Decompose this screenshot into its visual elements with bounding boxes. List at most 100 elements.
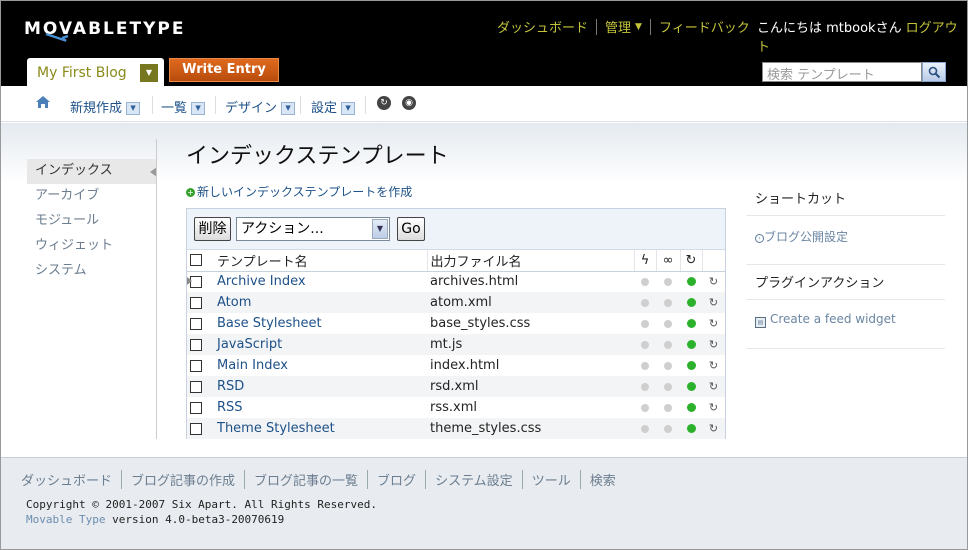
shortcut-body: › ブログ公開設定 xyxy=(746,216,945,264)
footer-link-dashboard[interactable]: ダッシュボード xyxy=(21,470,121,489)
table-row[interactable]: RSS rss.xml ↻ xyxy=(187,397,725,418)
table-row[interactable]: Base Stylesheet base_styles.css ↻ xyxy=(187,313,725,334)
template-name[interactable]: RSS xyxy=(214,397,427,418)
output-file: atom.xml xyxy=(427,292,634,313)
row-checkbox[interactable] xyxy=(190,422,202,435)
rebuild-icon[interactable]: ↻ xyxy=(709,422,718,435)
blog-selector[interactable]: My First Blog ▼ xyxy=(27,58,164,86)
write-entry-button[interactable]: Write Entry xyxy=(169,58,279,82)
select-all-checkbox[interactable] xyxy=(190,254,202,267)
template-name[interactable]: RSD xyxy=(214,376,427,397)
template-name[interactable]: JavaScript xyxy=(214,334,427,355)
home-icon[interactable] xyxy=(35,95,51,109)
footer-link-blog[interactable]: ブログ xyxy=(367,470,425,489)
rebuild-icon[interactable]: ↻ xyxy=(709,296,718,309)
template-name[interactable]: Archive Index xyxy=(214,271,427,292)
row-checkbox[interactable] xyxy=(190,380,202,393)
nav-manage[interactable]: 管理 xyxy=(605,17,631,36)
nav-dashboard[interactable]: ダッシュボード xyxy=(497,17,588,36)
sidebar-item-index[interactable]: インデックス xyxy=(27,159,157,184)
row-checkbox[interactable] xyxy=(190,338,202,351)
menu-list-label: 一覧 xyxy=(161,101,188,116)
row-checkbox-cell xyxy=(187,418,214,439)
sidebar-item-widget[interactable]: ウィジェット xyxy=(27,234,157,259)
action-select[interactable]: アクション... ▼ xyxy=(236,217,390,241)
menu-list[interactable]: 一覧 ▼ xyxy=(161,97,206,116)
view-site-icon[interactable]: ◉ xyxy=(402,96,416,110)
column-header-file[interactable]: 出力ファイル名 xyxy=(426,250,634,272)
create-feed-widget-link[interactable]: Create a feed widget xyxy=(770,312,896,326)
create-template-link[interactable]: + 新しいインデックステンプレートを作成 xyxy=(186,183,412,200)
link-icon: ∞ xyxy=(655,250,680,272)
row-checkbox-cell xyxy=(187,313,214,334)
chevron-down-icon[interactable]: ▼ xyxy=(341,102,356,115)
go-button[interactable]: Go xyxy=(397,217,425,241)
footer-link-new-entry[interactable]: ブログ記事の作成 xyxy=(121,470,244,489)
chevron-down-icon[interactable]: ▼ xyxy=(635,22,642,32)
sidebar-item-module[interactable]: モジュール xyxy=(27,209,157,234)
table-row[interactable]: Main Index index.html ↻ xyxy=(187,355,725,376)
sidebar-item-system[interactable]: システム xyxy=(27,259,157,284)
row-checkbox[interactable] xyxy=(190,296,202,309)
status-cell xyxy=(656,271,680,292)
rebuild-icon[interactable]: ↻ xyxy=(709,380,718,393)
linked-status-icon xyxy=(664,403,672,412)
menu-design[interactable]: デザイン ▼ xyxy=(225,97,296,116)
column-header-name[interactable]: テンプレート名 xyxy=(214,250,427,272)
table-header: テンプレート名 出力ファイル名 ϟ ∞ ↻ xyxy=(187,250,725,272)
search-input[interactable]: 検索 テンプレート xyxy=(762,62,922,83)
chevron-down-icon[interactable]: ▼ xyxy=(140,64,158,82)
rebuild-icon[interactable]: ↻ xyxy=(709,401,718,414)
action-bar: 削除 アクション... ▼ Go xyxy=(187,209,725,250)
row-checkbox[interactable] xyxy=(190,401,202,414)
plugin-actions-title: プラグインアクション xyxy=(746,267,945,300)
table-row[interactable]: Theme Stylesheet theme_styles.css ↻ xyxy=(187,418,725,439)
nav-separator xyxy=(649,18,651,35)
output-file: rsd.xml xyxy=(427,376,634,397)
rebuild-icon[interactable]: ↻ xyxy=(709,338,718,351)
search-button[interactable] xyxy=(922,62,946,82)
footer-link-tools[interactable]: ツール xyxy=(521,470,580,489)
rebuild-icon[interactable]: ↻ xyxy=(709,359,718,372)
blog-name[interactable]: My First Blog xyxy=(37,65,127,81)
table-row[interactable]: Atom atom.xml ↻ xyxy=(187,292,725,313)
chevron-down-icon[interactable]: ▼ xyxy=(281,102,296,115)
chevron-down-icon[interactable]: ▼ xyxy=(126,102,141,115)
arrow-right-icon: › xyxy=(755,234,764,243)
chevron-down-icon[interactable]: ▼ xyxy=(191,102,206,115)
template-name[interactable]: Main Index xyxy=(214,355,427,376)
template-name[interactable]: Base Stylesheet xyxy=(214,313,427,334)
footer-link-system-settings[interactable]: システム設定 xyxy=(425,470,522,489)
nav-feedback[interactable]: フィードバック xyxy=(659,17,750,36)
template-name[interactable]: Theme Stylesheet xyxy=(214,418,427,439)
status-cell xyxy=(634,334,656,355)
rebuild-icon[interactable]: ↻ xyxy=(709,275,718,288)
delete-button[interactable]: 削除 xyxy=(194,217,231,241)
movabletype-logo[interactable]: MOVABLETYPE xyxy=(24,19,185,42)
status-cell xyxy=(680,292,702,313)
blog-publish-settings-link[interactable]: ブログ公開設定 xyxy=(764,230,848,244)
footer-link-search[interactable]: 検索 xyxy=(579,470,625,489)
status-cell xyxy=(656,355,680,376)
table-row[interactable]: RSD rsd.xml ↻ xyxy=(187,376,725,397)
refresh-icon[interactable]: ↻ xyxy=(377,96,391,110)
menu-create[interactable]: 新規作成 ▼ xyxy=(70,97,141,116)
table-row[interactable]: JavaScript mt.js ↻ xyxy=(187,334,725,355)
menu-settings[interactable]: 設定 ▼ xyxy=(311,97,356,116)
row-checkbox[interactable] xyxy=(190,359,202,372)
status-cell xyxy=(634,313,656,334)
status-cell xyxy=(634,376,656,397)
template-name[interactable]: Atom xyxy=(214,292,427,313)
copyright: Copyright © 2001-2007 Six Apart. All Rig… xyxy=(26,498,377,511)
row-pointer-icon xyxy=(187,277,192,285)
chevron-down-icon[interactable]: ▼ xyxy=(372,219,388,239)
footer-link-entries[interactable]: ブログ記事の一覧 xyxy=(244,470,367,489)
row-checkbox[interactable] xyxy=(190,317,202,330)
sidebar-item-archive[interactable]: アーカイブ xyxy=(27,184,157,209)
check-icon xyxy=(686,340,696,349)
sub-nav: 新規作成 ▼ 一覧 ▼ デザイン ▼ 設定 ▼ ↻ ◉ xyxy=(1,86,967,122)
movable-type-link[interactable]: Movable Type xyxy=(26,513,105,526)
rebuild-icon[interactable]: ↻ xyxy=(709,317,718,330)
table-row[interactable]: Archive Index archives.html ↻ xyxy=(187,271,725,292)
rebuild-cell: ↻ xyxy=(702,292,725,313)
